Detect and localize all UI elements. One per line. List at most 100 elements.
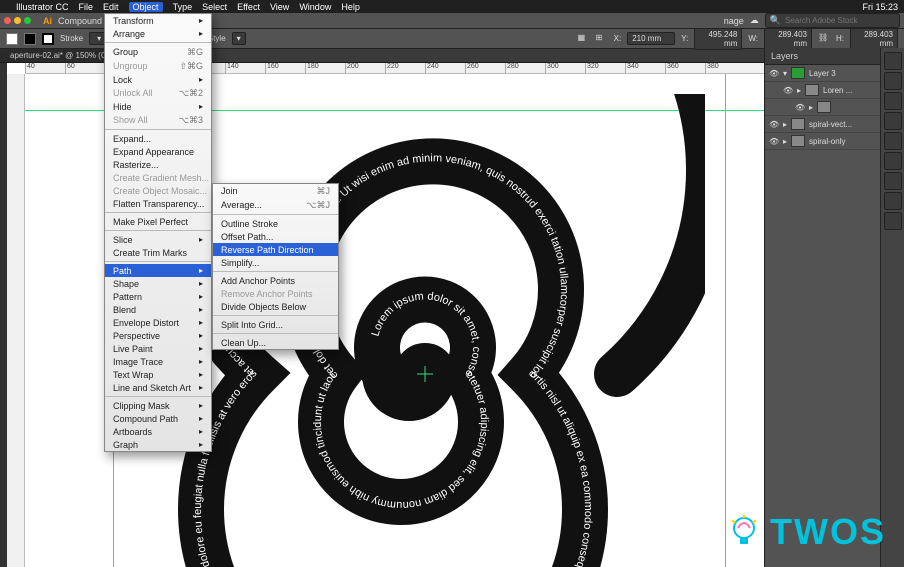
submenu-item-split-into-grid-[interactable]: Split Into Grid... bbox=[213, 318, 338, 331]
ruler-vertical[interactable] bbox=[7, 74, 25, 567]
submenu-item-average-[interactable]: Average...⌥⌘J bbox=[213, 198, 338, 212]
menu-item-expand-[interactable]: Expand... bbox=[105, 132, 211, 145]
disclosure-icon[interactable]: ▾ bbox=[783, 69, 787, 78]
visibility-icon[interactable]: 👁 bbox=[769, 69, 779, 78]
menu-item-artboards[interactable]: Artboards▸ bbox=[105, 425, 211, 438]
search-adobe-stock[interactable]: 🔍 bbox=[765, 13, 900, 28]
submenu-item-outline-stroke[interactable]: Outline Stroke bbox=[213, 217, 338, 230]
graphic-styles-panel-icon[interactable] bbox=[884, 212, 902, 230]
path-submenu: Join⌘JAverage...⌥⌘J Outline StrokeOffset … bbox=[212, 183, 339, 350]
menu-item-blend[interactable]: Blend▸ bbox=[105, 303, 211, 316]
menu-item-shape[interactable]: Shape▸ bbox=[105, 277, 211, 290]
submenu-item-simplify-[interactable]: Simplify... bbox=[213, 256, 338, 269]
submenu-item-add-anchor-points[interactable]: Add Anchor Points bbox=[213, 274, 338, 287]
menu-item-line-and-sketch-art[interactable]: Line and Sketch Art▸ bbox=[105, 381, 211, 394]
traffic-lights[interactable] bbox=[4, 17, 31, 24]
layer-row[interactable]: 👁 ▸ spiral-only bbox=[765, 133, 880, 150]
menu-file[interactable]: File bbox=[79, 2, 94, 12]
visibility-icon[interactable]: 👁 bbox=[795, 103, 805, 112]
symbols-panel-icon[interactable] bbox=[884, 172, 902, 190]
menu-item-flatten-transparency-[interactable]: Flatten Transparency... bbox=[105, 197, 211, 210]
menu-item-rasterize-[interactable]: Rasterize... bbox=[105, 158, 211, 171]
minimize-window-dot[interactable] bbox=[14, 17, 21, 24]
brand-text: TWOS bbox=[770, 511, 886, 553]
layer-row[interactable]: 👁▸ bbox=[765, 99, 880, 116]
graphic-style[interactable]: ▾ bbox=[232, 32, 246, 45]
search-input[interactable] bbox=[785, 16, 895, 25]
menu-item-expand-appearance[interactable]: Expand Appearance bbox=[105, 145, 211, 158]
menu-item-compound-path[interactable]: Compound Path▸ bbox=[105, 412, 211, 425]
color-panel-icon[interactable] bbox=[884, 92, 902, 110]
menu-type[interactable]: Type bbox=[173, 2, 193, 12]
layer-row[interactable]: 👁 ▾ Layer 3 bbox=[765, 65, 880, 82]
submenu-item-divide-objects-below[interactable]: Divide Objects Below bbox=[213, 300, 338, 313]
menu-item-group[interactable]: Group⌘G bbox=[105, 45, 211, 59]
y-input[interactable]: 495.248 mm bbox=[694, 28, 742, 50]
fill-swatch[interactable] bbox=[24, 33, 36, 45]
menu-view[interactable]: View bbox=[270, 2, 289, 12]
disclosure-icon[interactable]: ▸ bbox=[783, 120, 787, 129]
transform-icon[interactable]: ⊞ bbox=[596, 33, 608, 45]
zoom-window-dot[interactable] bbox=[24, 17, 31, 24]
menu-item-graph[interactable]: Graph▸ bbox=[105, 438, 211, 451]
menu-item-lock[interactable]: Lock▸ bbox=[105, 73, 211, 86]
breadcrumb-label[interactable]: nage bbox=[724, 16, 744, 26]
appearance-panel-icon[interactable] bbox=[884, 192, 902, 210]
menu-item-create-trim-marks[interactable]: Create Trim Marks bbox=[105, 246, 211, 259]
link-icon[interactable]: ⛓ bbox=[818, 33, 830, 45]
x-input[interactable]: 210 mm bbox=[627, 32, 675, 45]
w-input[interactable]: 289.403 mm bbox=[764, 28, 812, 50]
align-icon[interactable]: ▦ bbox=[578, 33, 590, 45]
menu-window[interactable]: Window bbox=[299, 2, 331, 12]
menu-item-pattern[interactable]: Pattern▸ bbox=[105, 290, 211, 303]
search-icon: 🔍 bbox=[770, 15, 781, 26]
submenu-item-join[interactable]: Join⌘J bbox=[213, 184, 338, 198]
disclosure-icon[interactable]: ▸ bbox=[783, 137, 787, 146]
cloud-icon[interactable]: ☁︎ bbox=[750, 15, 759, 26]
menu-item-envelope-distort[interactable]: Envelope Distort▸ bbox=[105, 316, 211, 329]
menu-item-image-trace[interactable]: Image Trace▸ bbox=[105, 355, 211, 368]
menu-item-show-all: Show All⌥⌘3 bbox=[105, 113, 211, 127]
properties-panel-icon[interactable] bbox=[884, 52, 902, 70]
menu-item-transform[interactable]: Transform▸ bbox=[105, 14, 211, 27]
layer-row[interactable]: 👁▸spiral-vect... bbox=[765, 116, 880, 133]
visibility-icon[interactable]: 👁 bbox=[769, 137, 779, 146]
menu-effect[interactable]: Effect bbox=[237, 2, 260, 12]
menu-help[interactable]: Help bbox=[341, 2, 360, 12]
menu-item-hide[interactable]: Hide▸ bbox=[105, 100, 211, 113]
stroke-swatch[interactable] bbox=[42, 33, 54, 45]
menu-item-slice[interactable]: Slice▸ bbox=[105, 233, 211, 246]
layer-name: spiral-only bbox=[809, 137, 845, 146]
disclosure-icon[interactable]: ▸ bbox=[809, 103, 813, 112]
object-menu: Transform▸Arrange▸Group⌘GUngroup⇧⌘GLock▸… bbox=[104, 13, 212, 452]
menu-item-clipping-mask[interactable]: Clipping Mask▸ bbox=[105, 399, 211, 412]
layer-swatch bbox=[791, 135, 805, 147]
swatches-panel-icon[interactable] bbox=[884, 112, 902, 130]
menu-item-make-pixel-perfect[interactable]: Make Pixel Perfect bbox=[105, 215, 211, 228]
disclosure-icon[interactable]: ▸ bbox=[797, 86, 801, 95]
layers-panel-header[interactable]: Layers bbox=[765, 48, 880, 65]
layer-row[interactable]: 👁▸Loren ... bbox=[765, 82, 880, 99]
menu-item-perspective[interactable]: Perspective▸ bbox=[105, 329, 211, 342]
submenu-item-reverse-path-direction[interactable]: Reverse Path Direction bbox=[213, 243, 338, 256]
stroke-panel-icon[interactable] bbox=[884, 152, 902, 170]
visibility-icon[interactable]: 👁 bbox=[783, 86, 793, 95]
submenu-item-offset-path-[interactable]: Offset Path... bbox=[213, 230, 338, 243]
menu-select[interactable]: Select bbox=[202, 2, 227, 12]
w-label: W: bbox=[748, 34, 758, 43]
menu-item-path[interactable]: Path▸ bbox=[105, 264, 211, 277]
menu-object[interactable]: Object bbox=[129, 2, 163, 12]
menu-item-arrange[interactable]: Arrange▸ bbox=[105, 27, 211, 40]
app-name-menu[interactable]: Illustrator CC bbox=[16, 2, 69, 12]
menu-item-live-paint[interactable]: Live Paint▸ bbox=[105, 342, 211, 355]
libraries-panel-icon[interactable] bbox=[884, 72, 902, 90]
menu-edit[interactable]: Edit bbox=[103, 2, 119, 12]
menu-item-text-wrap[interactable]: Text Wrap▸ bbox=[105, 368, 211, 381]
h-input[interactable]: 289.403 mm bbox=[850, 28, 898, 50]
visibility-icon[interactable]: 👁 bbox=[769, 120, 779, 129]
mac-menu-bar: Illustrator CC File Edit Object Type Sel… bbox=[0, 0, 904, 13]
layer-name: Layer 3 bbox=[809, 69, 836, 78]
brushes-panel-icon[interactable] bbox=[884, 132, 902, 150]
close-window-dot[interactable] bbox=[4, 17, 11, 24]
submenu-item-clean-up-[interactable]: Clean Up... bbox=[213, 336, 338, 349]
